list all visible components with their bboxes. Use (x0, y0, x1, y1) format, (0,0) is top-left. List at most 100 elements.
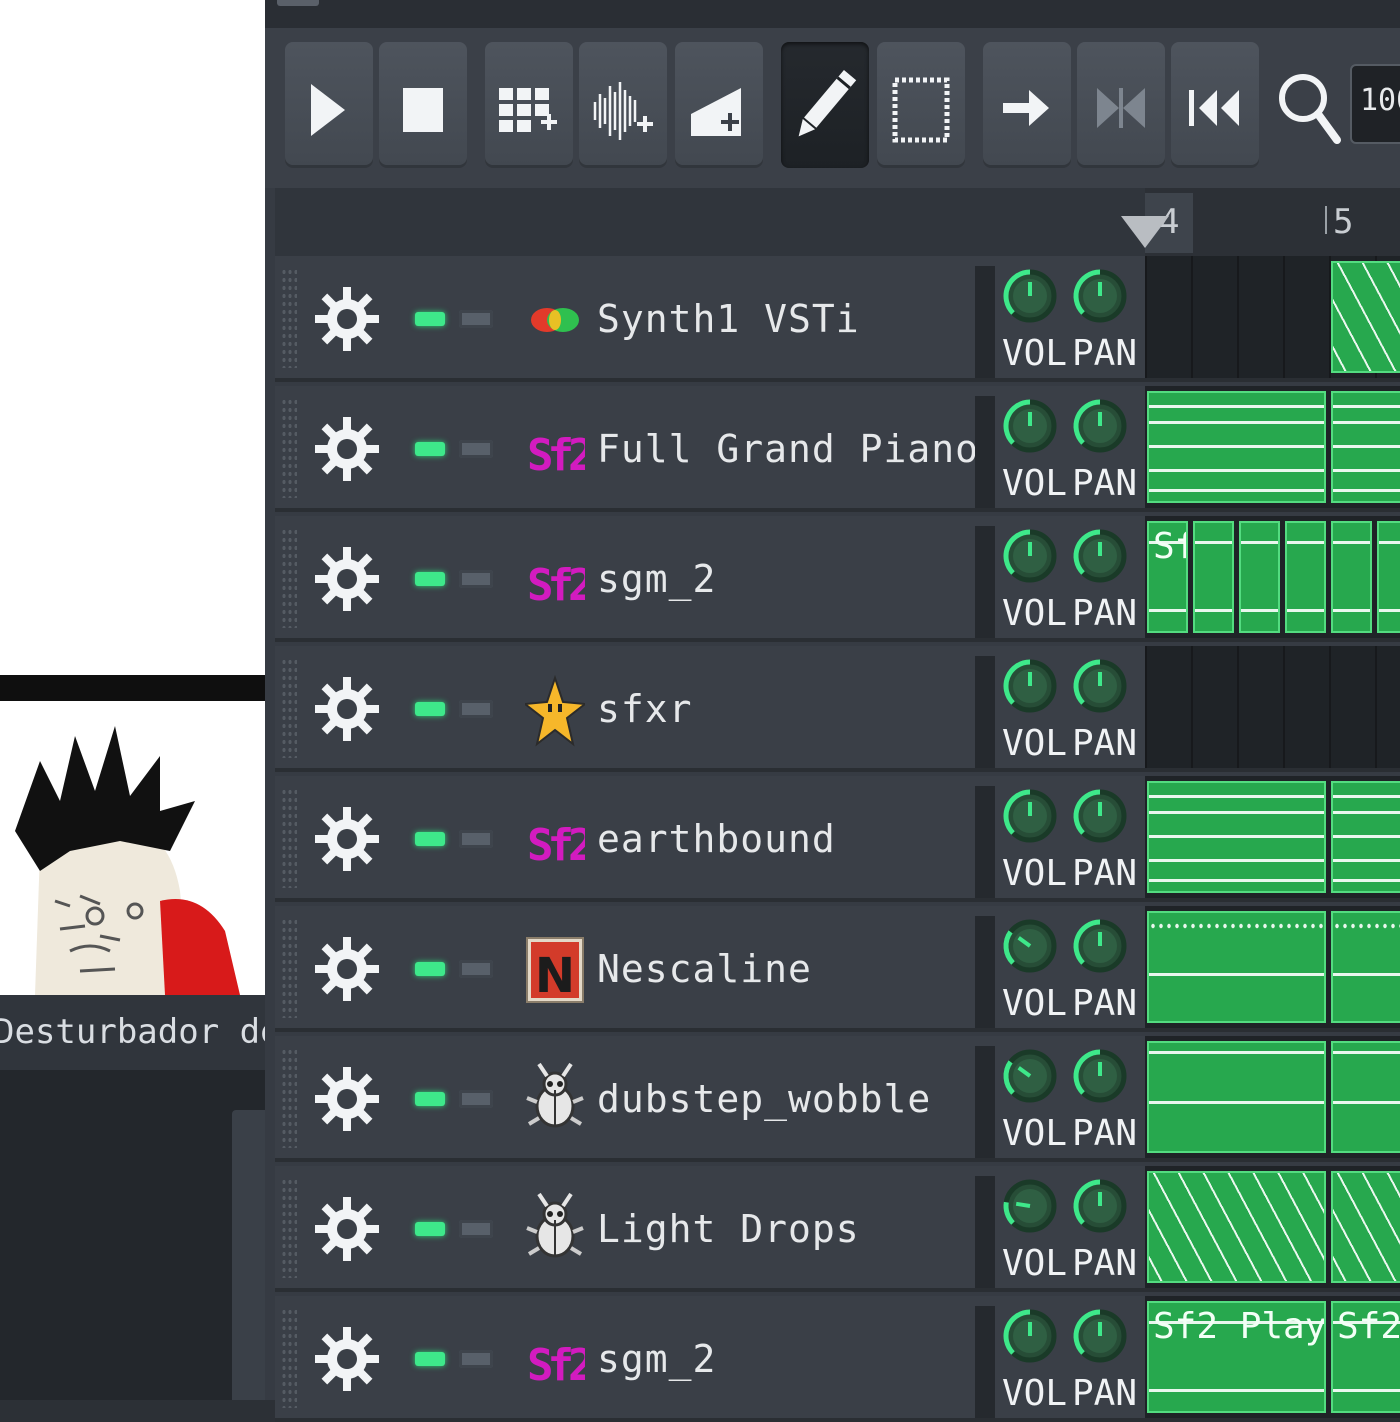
track-name[interactable]: Nescaline (597, 906, 812, 1032)
solo-toggle[interactable] (459, 1350, 493, 1368)
pattern-clip[interactable] (1331, 261, 1400, 373)
track-name[interactable]: sgm_2 (597, 516, 716, 642)
track-pattern-lane[interactable] (1145, 776, 1400, 902)
pattern-clip[interactable] (1331, 1041, 1400, 1153)
track-pattern-lane[interactable] (1145, 1166, 1400, 1292)
track-drag-handle[interactable] (281, 658, 297, 758)
track-pattern-lane[interactable]: Sf2 Player Sf2 (1145, 1296, 1400, 1422)
pattern-clip[interactable] (1147, 781, 1326, 893)
track-pattern-lane[interactable]: Sf (1145, 516, 1400, 642)
gear-icon[interactable] (313, 545, 381, 613)
track-name[interactable]: sgm_2 (597, 1296, 716, 1422)
track-header[interactable]: Sf2 earthbound VOL PAN (275, 776, 1145, 902)
track-name[interactable]: dubstep_wobble (597, 1036, 931, 1162)
left-scrollbar[interactable] (232, 1110, 265, 1400)
track-header[interactable]: N Nescaline VOL PAN (275, 906, 1145, 1032)
solo-toggle[interactable] (459, 310, 493, 328)
volume-knob[interactable] (1000, 1174, 1060, 1238)
stop-button[interactable] (379, 42, 467, 168)
pan-knob[interactable] (1070, 394, 1130, 458)
solo-toggle[interactable] (459, 1220, 493, 1238)
loop-points-button[interactable] (1077, 42, 1165, 168)
track-name[interactable]: Full Grand Piano (597, 386, 979, 512)
track-pattern-lane[interactable] (1145, 256, 1400, 382)
pattern-clip[interactable] (1331, 391, 1400, 503)
volume-knob[interactable] (1000, 394, 1060, 458)
track-pattern-lane[interactable] (1145, 386, 1400, 512)
mute-toggle[interactable] (415, 312, 445, 326)
pan-knob[interactable] (1070, 784, 1130, 848)
mute-toggle[interactable] (415, 962, 445, 976)
track-header[interactable]: Light Drops VOL PAN (275, 1166, 1145, 1292)
pan-knob[interactable] (1070, 654, 1130, 718)
pattern-clip[interactable]: Sf2 Player (1147, 1301, 1326, 1413)
volume-knob[interactable] (1000, 654, 1060, 718)
solo-toggle[interactable] (459, 570, 493, 588)
gear-icon[interactable] (313, 1195, 381, 1263)
track-drag-handle[interactable] (281, 1308, 297, 1408)
track-name[interactable]: sfxr (597, 646, 693, 772)
pattern-clip[interactable] (1331, 1171, 1400, 1283)
track-name[interactable]: Synth1 VSTi (597, 256, 860, 382)
track-pattern-lane[interactable] (1145, 906, 1400, 1032)
pan-knob[interactable] (1070, 264, 1130, 328)
volume-knob[interactable] (1000, 784, 1060, 848)
pattern-clip[interactable] (1331, 521, 1372, 633)
zoom-combobox[interactable]: 100% (1350, 64, 1400, 144)
track-header[interactable]: Sf2 sgm_2 VOL PAN (275, 1296, 1145, 1422)
track-name[interactable]: Light Drops (597, 1166, 860, 1292)
mute-toggle[interactable] (415, 1352, 445, 1366)
pan-knob[interactable] (1070, 524, 1130, 588)
track-header[interactable]: Synth1 VSTi VOL PAN (275, 256, 1145, 382)
track-drag-handle[interactable] (281, 788, 297, 888)
track-drag-handle[interactable] (281, 918, 297, 1018)
volume-knob[interactable] (1000, 264, 1060, 328)
gear-icon[interactable] (313, 805, 381, 873)
mute-toggle[interactable] (415, 442, 445, 456)
back-to-start-button[interactable] (1171, 42, 1259, 168)
timeline-ruler[interactable]: 4 5 (1121, 188, 1400, 256)
follow-playhead-button[interactable] (983, 42, 1071, 168)
pattern-clip[interactable] (1147, 911, 1326, 1023)
pattern-clip[interactable] (1147, 1041, 1326, 1153)
title-grip[interactable] (277, 0, 319, 6)
solo-toggle[interactable] (459, 1090, 493, 1108)
gear-icon[interactable] (313, 285, 381, 353)
playhead-marker[interactable] (1121, 216, 1169, 248)
volume-knob[interactable] (1000, 524, 1060, 588)
pattern-clip[interactable] (1331, 781, 1400, 893)
solo-toggle[interactable] (459, 440, 493, 458)
pattern-clip[interactable] (1147, 391, 1326, 503)
add-sample-track-button[interactable] (579, 42, 667, 168)
pattern-clip[interactable]: Sf (1147, 521, 1188, 633)
track-header[interactable]: Sf2 Full Grand Piano VOL PAN (275, 386, 1145, 512)
mute-toggle[interactable] (415, 702, 445, 716)
pan-knob[interactable] (1070, 914, 1130, 978)
pattern-clip[interactable] (1377, 521, 1400, 633)
track-pattern-lane[interactable] (1145, 1036, 1400, 1162)
track-drag-handle[interactable] (281, 398, 297, 498)
gear-icon[interactable] (313, 935, 381, 1003)
pattern-clip[interactable] (1147, 1171, 1326, 1283)
pattern-clip[interactable] (1331, 911, 1400, 1023)
pan-knob[interactable] (1070, 1044, 1130, 1108)
add-beat-track-button[interactable] (485, 42, 573, 168)
solo-toggle[interactable] (459, 960, 493, 978)
play-button[interactable] (285, 42, 373, 168)
add-automation-track-button[interactable] (675, 42, 763, 168)
volume-knob[interactable] (1000, 1044, 1060, 1108)
track-drag-handle[interactable] (281, 268, 297, 368)
track-header[interactable]: Sf2 sgm_2 VOL PAN (275, 516, 1145, 642)
mute-toggle[interactable] (415, 1092, 445, 1106)
track-pattern-lane[interactable] (1145, 646, 1400, 772)
pan-knob[interactable] (1070, 1304, 1130, 1368)
track-name[interactable]: earthbound (597, 776, 836, 902)
volume-knob[interactable] (1000, 1304, 1060, 1368)
edit-mode-button[interactable] (877, 42, 965, 168)
pattern-clip[interactable]: Sf2 (1331, 1301, 1400, 1413)
gear-icon[interactable] (313, 1325, 381, 1393)
pattern-clip[interactable] (1239, 521, 1280, 633)
track-drag-handle[interactable] (281, 1048, 297, 1148)
pattern-clip[interactable] (1285, 521, 1326, 633)
gear-icon[interactable] (313, 675, 381, 743)
